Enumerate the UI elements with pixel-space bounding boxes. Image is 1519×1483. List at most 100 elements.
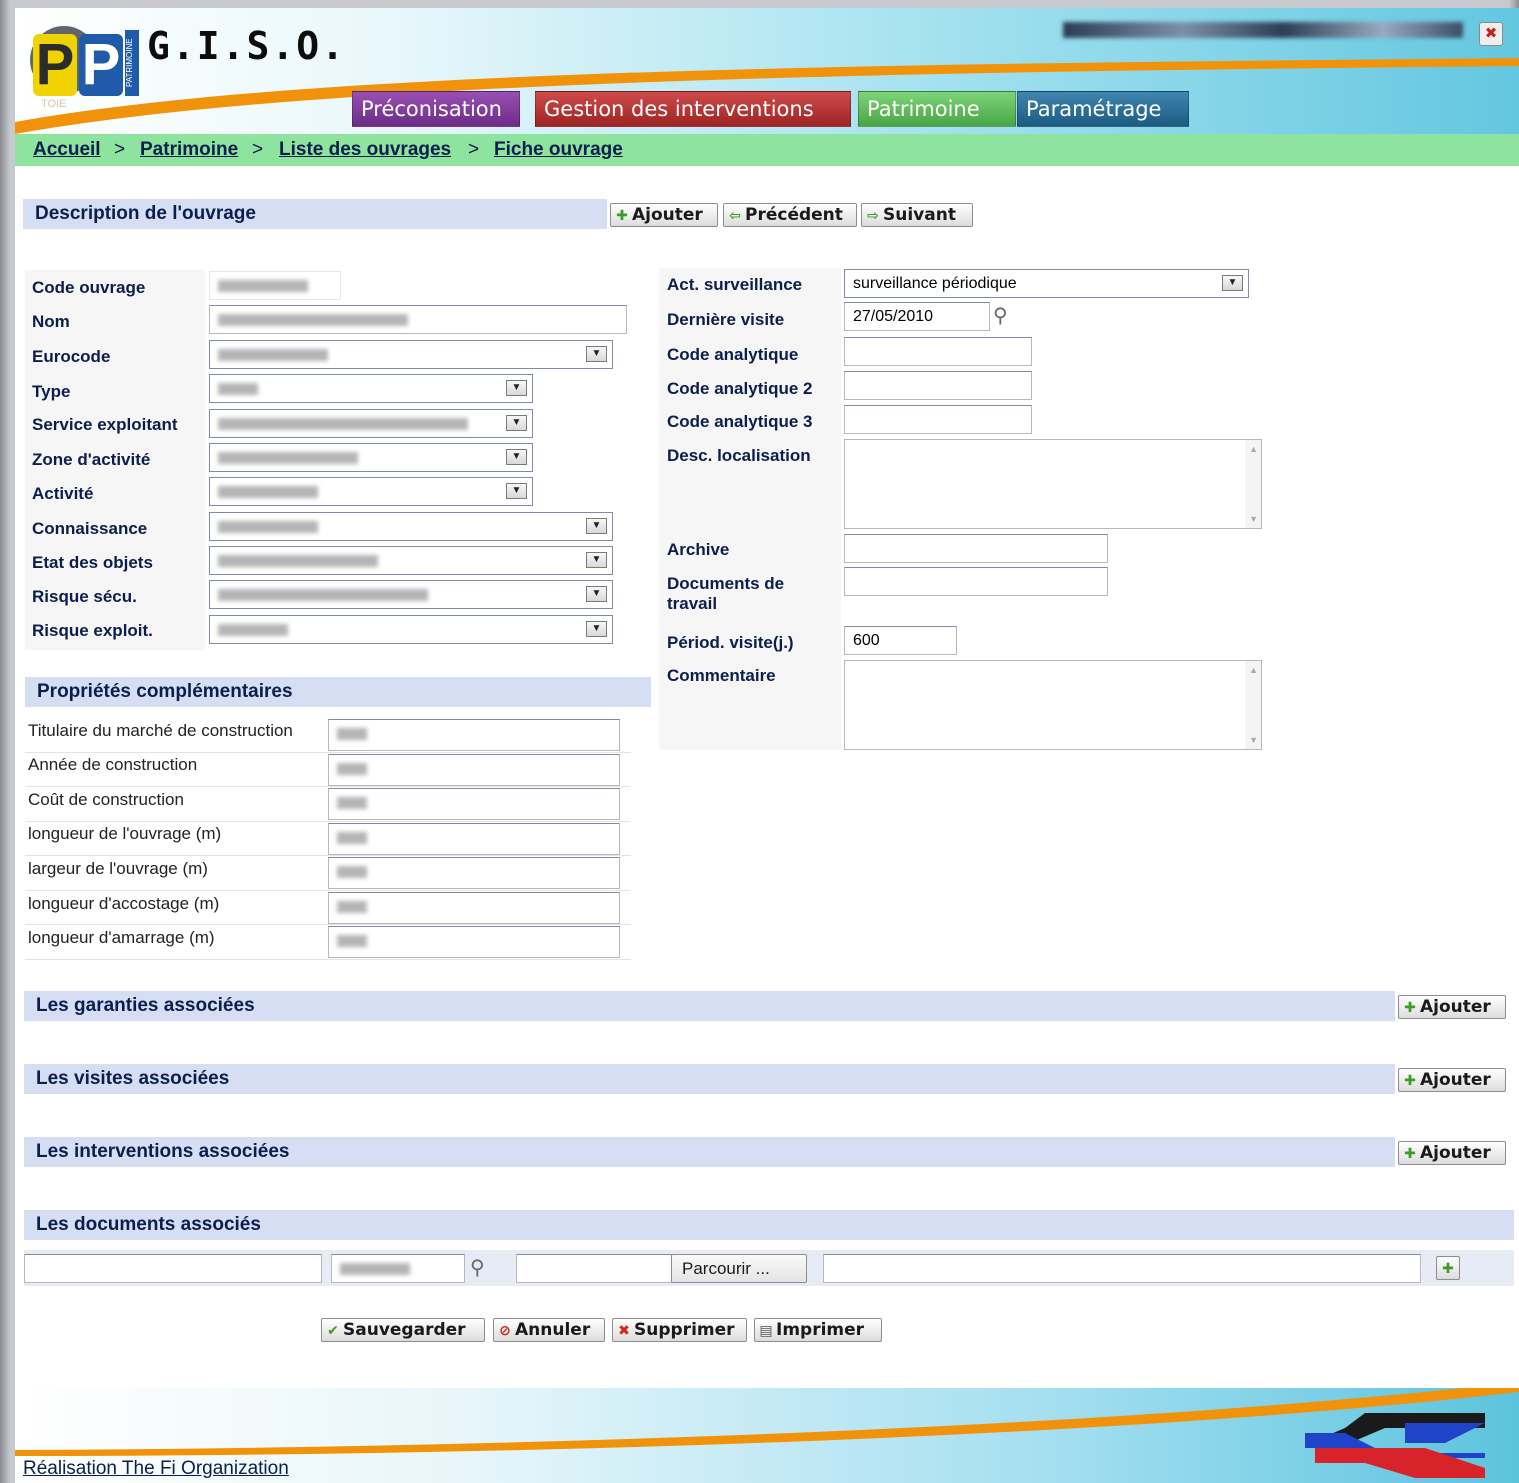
cancel-button[interactable]: ⊘ Annuler: [493, 1318, 605, 1342]
garanties-section-title: Les garanties associées: [24, 991, 1395, 1021]
documents-section-title: Les documents associés: [24, 1210, 1514, 1240]
document-name-field[interactable]: [24, 1254, 322, 1283]
plus-icon: ✚: [616, 208, 628, 224]
nom-label: Nom: [32, 312, 70, 331]
delete-button-label: Supprimer: [634, 1320, 735, 1340]
tab-gestion-interventions[interactable]: Gestion des interventions: [535, 91, 851, 127]
zone-activite-select[interactable]: ▼: [209, 443, 533, 472]
property-field[interactable]: [328, 926, 620, 958]
calendar-picker-icon[interactable]: ⚲: [470, 1254, 498, 1282]
property-label: largeur de l'ouvrage (m): [28, 859, 208, 878]
cancel-button-label: Annuler: [515, 1320, 591, 1340]
browse-button[interactable]: Parcourir ...: [671, 1254, 807, 1283]
code-analytique-3-field[interactable]: [844, 405, 1032, 434]
breadcrumb: Accueil > Patrimoine > Liste des ouvrage…: [15, 134, 1519, 166]
documents-travail-label: Documents de travail: [667, 574, 785, 613]
service-exploitant-select[interactable]: ▼: [209, 409, 533, 438]
desc-localisation-label: Desc. localisation: [667, 446, 811, 465]
organization-logo: [1305, 1413, 1485, 1478]
tab-patrimoine[interactable]: Patrimoine: [858, 91, 1016, 127]
breadcrumb-separator: >: [468, 139, 480, 160]
act-surveillance-select[interactable]: surveillance périodique ▼: [844, 269, 1249, 298]
chevron-down-icon: ▼: [1222, 275, 1243, 291]
property-field[interactable]: [328, 788, 620, 820]
nom-field[interactable]: [209, 305, 627, 334]
breadcrumb-separator: >: [114, 139, 126, 160]
commentaire-textarea[interactable]: ▲ ▼: [844, 660, 1262, 750]
property-label: longueur de l'ouvrage (m): [28, 824, 222, 843]
property-field[interactable]: [328, 892, 620, 924]
next-button[interactable]: ⇨ Suivant: [861, 203, 973, 227]
scrollbar[interactable]: ▲ ▼: [1245, 440, 1261, 528]
logo-tag: TOIE: [41, 98, 67, 110]
risque-secu-label: Risque sécu.: [32, 587, 137, 606]
footer-credit-link[interactable]: Réalisation The Fi Organization: [23, 1458, 289, 1480]
add-garantie-button[interactable]: ✚ Ajouter: [1398, 995, 1506, 1019]
add-button-label: Ajouter: [632, 205, 703, 225]
derniere-visite-field[interactable]: 27/05/2010: [844, 302, 990, 331]
breadcrumb-accueil[interactable]: Accueil: [33, 134, 101, 166]
activite-select[interactable]: ▼: [209, 477, 533, 506]
app-header: P P PATRIMOINE TOIE G.I.S.O. ✖ Préconisa…: [15, 8, 1519, 134]
desc-localisation-textarea[interactable]: ▲ ▼: [844, 439, 1262, 529]
breadcrumb-liste-ouvrages[interactable]: Liste des ouvrages: [279, 134, 451, 166]
property-field[interactable]: [328, 754, 620, 786]
printer-icon: ▤: [759, 1323, 773, 1339]
document-description-field[interactable]: [823, 1254, 1421, 1283]
cancel-icon: ⊘: [499, 1323, 511, 1339]
delete-button[interactable]: ✖ Supprimer: [612, 1318, 747, 1342]
code-analytique-2-field[interactable]: [844, 371, 1032, 400]
save-button[interactable]: ✔ Sauvegarder: [321, 1318, 485, 1342]
risque-exploit-label: Risque exploit.: [32, 621, 153, 640]
scrollbar[interactable]: ▲ ▼: [1245, 661, 1261, 749]
print-button[interactable]: ▤ Imprimer: [754, 1318, 882, 1342]
eurocode-select[interactable]: ▼: [209, 340, 613, 369]
property-label: longueur d'accostage (m): [28, 894, 220, 913]
property-field[interactable]: [328, 857, 620, 889]
close-icon[interactable]: ✖: [1479, 22, 1503, 46]
document-date-field[interactable]: [331, 1254, 465, 1283]
chevron-down-icon: ▼: [586, 518, 607, 534]
properties-section-title: Propriétés complémentaires: [25, 677, 651, 707]
connaissance-select[interactable]: ▼: [209, 512, 613, 541]
risque-exploit-select[interactable]: ▼: [209, 615, 613, 644]
tab-preconisation[interactable]: Préconisation: [352, 91, 520, 127]
code-analytique-field[interactable]: [844, 337, 1032, 366]
previous-button[interactable]: ⇦ Précédent: [723, 203, 857, 227]
chevron-down-icon: ▼: [506, 483, 527, 499]
code-analytique-3-label: Code analytique 3: [667, 412, 813, 431]
property-field[interactable]: [328, 823, 620, 855]
documents-travail-field[interactable]: [844, 567, 1108, 596]
property-field[interactable]: [328, 719, 620, 751]
add-visite-button[interactable]: ✚ Ajouter: [1398, 1068, 1506, 1092]
chevron-down-icon: ▼: [506, 415, 527, 431]
breadcrumb-fiche-ouvrage[interactable]: Fiche ouvrage: [494, 134, 623, 166]
periode-visite-field[interactable]: 600: [844, 626, 957, 655]
tab-parametrage[interactable]: Paramétrage: [1017, 91, 1189, 127]
document-file-field[interactable]: [516, 1254, 672, 1283]
add-intervention-label: Ajouter: [1420, 1143, 1491, 1163]
act-surveillance-value: surveillance périodique: [853, 275, 1017, 292]
plus-icon: ✚: [1404, 1000, 1416, 1016]
risque-secu-select[interactable]: ▼: [209, 580, 613, 609]
chevron-down-icon: ▼: [506, 380, 527, 396]
visites-section-title: Les visites associées: [24, 1064, 1395, 1094]
type-label: Type: [32, 382, 71, 401]
save-button-label: Sauvegarder: [343, 1320, 466, 1340]
check-icon: ✔: [327, 1323, 339, 1339]
property-label: Titulaire du marché de construction: [28, 721, 293, 740]
code-analytique-label: Code analytique: [667, 345, 799, 364]
add-document-button[interactable]: ✚: [1436, 1256, 1460, 1280]
add-button[interactable]: ✚ Ajouter: [610, 203, 718, 227]
etat-objets-label: Etat des objets: [32, 553, 153, 572]
calendar-picker-icon[interactable]: ⚲: [993, 303, 1021, 329]
property-label: Coût de construction: [28, 790, 184, 809]
type-select[interactable]: ▼: [209, 374, 533, 403]
activite-label: Activité: [32, 484, 94, 503]
application-window: P P PATRIMOINE TOIE G.I.S.O. ✖ Préconisa…: [15, 8, 1519, 1483]
breadcrumb-patrimoine[interactable]: Patrimoine: [140, 134, 238, 166]
chevron-down-icon: ▼: [586, 346, 607, 362]
etat-objets-select[interactable]: ▼: [209, 546, 613, 575]
archive-field[interactable]: [844, 534, 1108, 563]
add-intervention-button[interactable]: ✚ Ajouter: [1398, 1141, 1506, 1165]
